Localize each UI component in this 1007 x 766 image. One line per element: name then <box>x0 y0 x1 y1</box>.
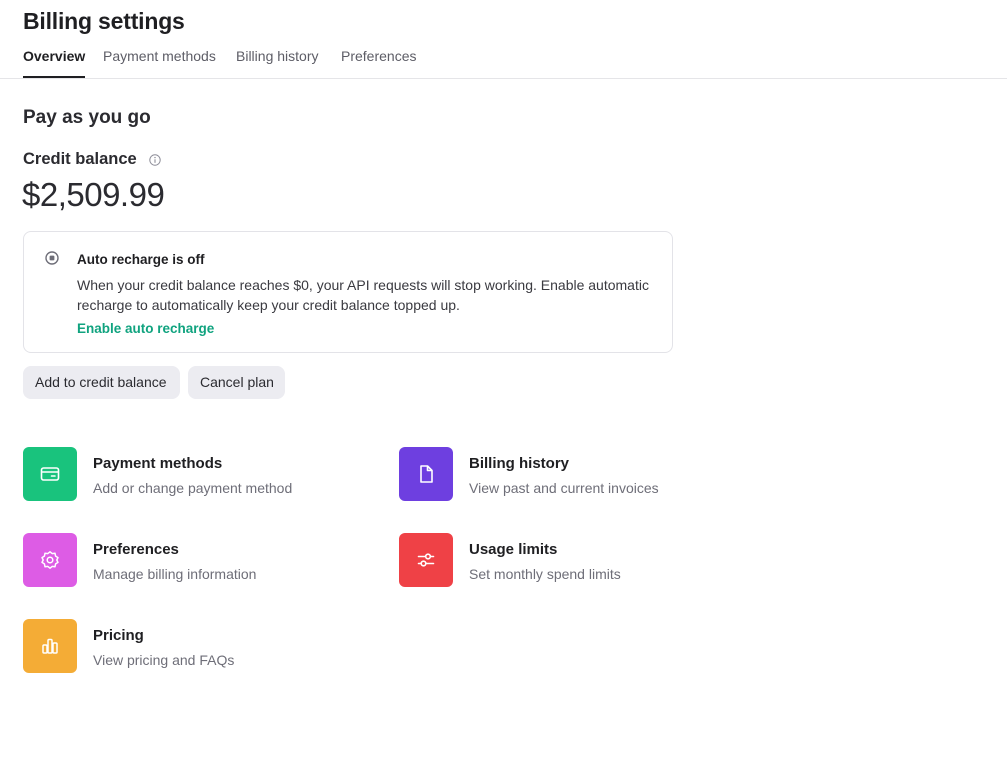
card-payment-methods[interactable]: Payment methods Add or change payment me… <box>23 447 363 503</box>
card-billing-history[interactable]: Billing history View past and current in… <box>399 447 739 503</box>
auto-recharge-notice: Auto recharge is off When your credit ba… <box>23 231 673 353</box>
tab-overview[interactable]: Overview <box>23 47 86 78</box>
page-title: Billing settings <box>23 8 185 34</box>
enable-auto-recharge-link[interactable]: Enable auto recharge <box>77 321 214 336</box>
document-icon <box>399 447 453 501</box>
radio-off-icon <box>45 251 59 265</box>
credit-balance-amount: $2,509.99 <box>22 176 165 213</box>
card-title: Billing history <box>469 455 570 472</box>
tab-bar: Overview Payment methods Billing history… <box>0 42 1007 79</box>
card-description: View past and current invoices <box>469 480 659 496</box>
card-description: Set monthly spend limits <box>469 566 621 582</box>
add-to-credit-balance-button[interactable]: Add to credit balance <box>23 366 180 399</box>
card-description: View pricing and FAQs <box>93 652 235 668</box>
card-description: Manage billing information <box>93 566 257 582</box>
card-title: Preferences <box>93 541 179 558</box>
gear-icon <box>23 533 77 587</box>
card-title: Pricing <box>93 627 144 644</box>
notice-title: Auto recharge is off <box>77 252 205 267</box>
tab-payment-methods[interactable]: Payment methods <box>103 47 216 78</box>
credit-card-icon <box>23 447 77 501</box>
card-title: Payment methods <box>93 455 223 472</box>
bar-chart-icon <box>23 619 77 673</box>
notice-body: When your credit balance reaches $0, you… <box>77 277 649 313</box>
sliders-icon <box>399 533 453 587</box>
tab-billing-history[interactable]: Billing history <box>236 47 318 78</box>
tab-preferences[interactable]: Preferences <box>341 47 416 78</box>
card-preferences[interactable]: Preferences Manage billing information <box>23 533 363 589</box>
card-pricing[interactable]: Pricing View pricing and FAQs <box>23 619 363 675</box>
section-title: Pay as you go <box>23 107 151 128</box>
cancel-plan-button[interactable]: Cancel plan <box>188 366 285 399</box>
info-icon[interactable] <box>149 153 161 166</box>
card-description: Add or change payment method <box>93 480 293 496</box>
credit-balance-label: Credit balance <box>23 150 137 168</box>
card-title: Usage limits <box>469 541 558 558</box>
card-usage-limits[interactable]: Usage limits Set monthly spend limits <box>399 533 739 589</box>
